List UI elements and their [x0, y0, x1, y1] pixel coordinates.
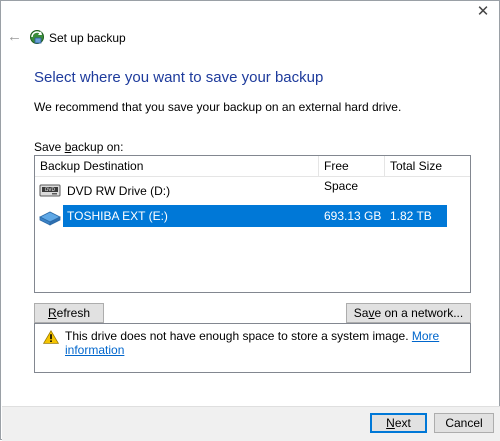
dvd-drive-icon: DVD: [39, 184, 61, 197]
cancel-button[interactable]: Cancel: [434, 413, 494, 433]
column-header-destination[interactable]: Backup Destination: [35, 156, 317, 176]
back-button[interactable]: ←: [7, 29, 23, 45]
drive-total-size: 1.82 TB: [390, 209, 432, 223]
svg-text:DVD: DVD: [45, 187, 55, 193]
list-row-dvd-drive[interactable]: DVD DVD RW Drive (D:): [35, 180, 470, 202]
column-header-free-space[interactable]: Free Space: [319, 156, 385, 193]
back-arrow-icon: ←: [7, 28, 22, 45]
recommendation-text: We recommend that you save your backup o…: [34, 100, 402, 114]
backup-dialog: ✕ ← Set up backup Select where you want …: [0, 0, 500, 441]
column-header-total-size[interactable]: Total Size: [385, 156, 470, 176]
save-on-network-button[interactable]: Save on a network...: [346, 303, 471, 323]
warning-message: This drive does not have enough space to…: [65, 329, 470, 357]
page-heading: Select where you want to save your backu…: [34, 69, 324, 86]
warning-text: This drive does not have enough space to…: [65, 329, 409, 343]
message-box: This drive does not have enough space to…: [34, 323, 471, 373]
warning-icon: [43, 330, 59, 344]
drive-free-space: 693.13 GB: [324, 209, 382, 223]
external-drive-icon: [39, 211, 61, 226]
drive-name: TOSHIBA EXT (E:): [67, 209, 168, 223]
list-header: Backup Destination Free Space Total Size: [35, 156, 470, 193]
close-button[interactable]: ✕: [473, 3, 493, 21]
next-button[interactable]: Next: [370, 413, 427, 433]
list-row-toshiba-ext[interactable]: TOSHIBA EXT (E:) 693.13 GB 1.82 TB: [35, 205, 470, 227]
drive-name: DVD RW Drive (D:): [67, 184, 171, 198]
close-icon: ✕: [476, 3, 490, 20]
refresh-button[interactable]: Refresh: [34, 303, 104, 323]
backup-destination-list[interactable]: Backup Destination Free Space Total Size…: [34, 155, 471, 293]
save-backup-on-label: Save backup on:: [34, 140, 124, 154]
backup-app-icon: [30, 30, 44, 44]
window-title: Set up backup: [49, 31, 126, 45]
